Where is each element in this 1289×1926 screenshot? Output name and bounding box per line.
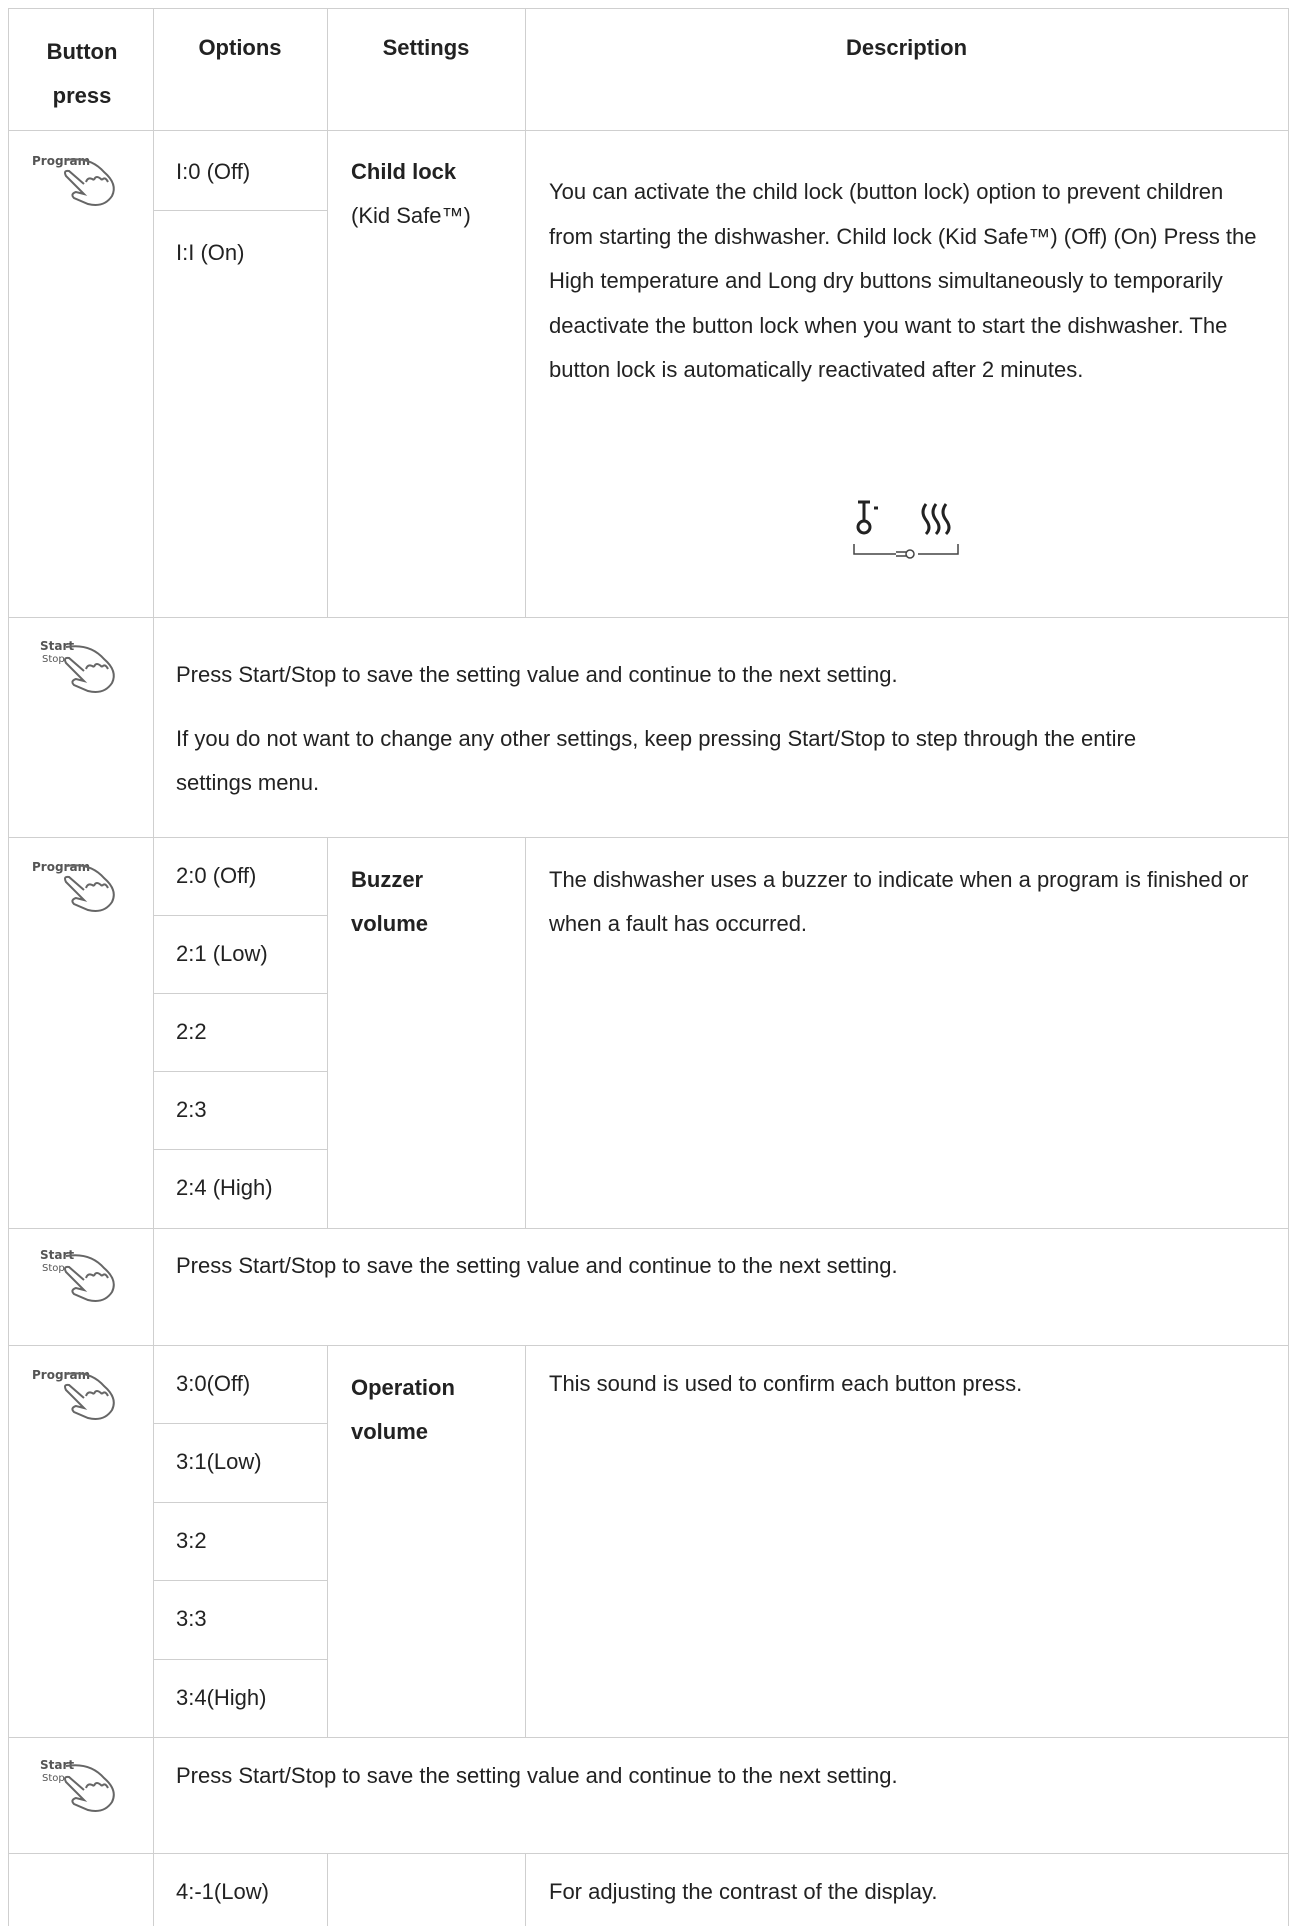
table-border (153, 1659, 327, 1660)
table-border (8, 8, 1289, 9)
option-operation-3: 3:3 (176, 1606, 207, 1631)
start-stop-text-1: Press Start/Stop to save the setting val… (176, 662, 898, 687)
contrast-description: For adjusting the contrast of the displa… (549, 1879, 938, 1904)
table-border (525, 8, 526, 617)
header-button-press: Button press (46, 39, 118, 108)
program-button-icon: Program (28, 150, 128, 210)
setting-child-lock: Child lock (351, 159, 457, 184)
table-border (153, 8, 154, 1926)
setting-buzzer-volume: Buzzer volume (351, 867, 429, 936)
table-border (327, 1345, 328, 1737)
operation-description: This sound is used to confirm each butto… (549, 1371, 1023, 1396)
option-buzzer-low: 2:1 (Low) (176, 941, 268, 966)
child-lock-description: You can activate the child lock (button … (549, 179, 1257, 382)
table-border (525, 1345, 526, 1737)
option-contrast-low: 4:-1(Low) (176, 1879, 269, 1904)
stop-label: Stop (42, 1773, 65, 1784)
table-border (8, 837, 1289, 838)
option-buzzer-off: 2:0 (Off) (176, 863, 257, 888)
table-border (327, 8, 328, 617)
table-border (8, 1345, 1289, 1346)
option-operation-high: 3:4(High) (176, 1685, 267, 1710)
table-border (153, 1423, 327, 1424)
table-border (327, 837, 328, 1228)
header-settings: Settings (382, 35, 470, 60)
program-button-icon: Program (28, 1364, 128, 1424)
option-operation-low: 3:1(Low) (176, 1449, 262, 1474)
table-border (153, 1502, 327, 1503)
table-border (525, 1853, 526, 1926)
stop-label: Stop (42, 654, 65, 665)
program-label: Program (32, 154, 90, 168)
start-stop-button-icon: Start Stop (28, 637, 128, 697)
option-child-lock-off: I:0 (Off) (176, 159, 251, 184)
table-border (525, 837, 526, 1228)
start-stop-button-icon: Start Stop (28, 1246, 128, 1306)
table-border (8, 8, 9, 1926)
table-border (8, 1853, 1289, 1854)
key-lock-icon (846, 494, 966, 566)
option-operation-off: 3:0(Off) (176, 1371, 251, 1396)
settings-table: Button press Options Settings Descriptio… (0, 0, 1289, 1926)
start-stop-text-2: If you do not want to change any other s… (176, 726, 1137, 795)
table-border (153, 1071, 327, 1072)
setting-operation-volume: Operation volume (351, 1375, 455, 1444)
table-border (153, 210, 327, 211)
program-label: Program (32, 860, 90, 874)
option-child-lock-on: I:I (On) (176, 240, 245, 265)
buzzer-description: The dishwasher uses a buzzer to indicate… (549, 867, 1249, 936)
start-stop-text: Press Start/Stop to save the setting val… (176, 1253, 898, 1278)
table-border (8, 1228, 1289, 1229)
table-border (153, 915, 327, 916)
start-stop-text: Press Start/Stop to save the setting val… (176, 1763, 898, 1788)
table-border (8, 130, 1289, 131)
header-options: Options (198, 35, 282, 60)
header-description: Description (845, 35, 968, 60)
table-border (8, 617, 1289, 618)
option-buzzer-2: 2:2 (176, 1019, 207, 1044)
option-buzzer-3: 2:3 (176, 1097, 207, 1122)
setting-child-lock-sub: (Kid Safe™) (351, 203, 471, 228)
table-border (327, 1853, 328, 1926)
start-stop-button-icon: Start Stop (28, 1756, 128, 1816)
table-border (153, 993, 327, 994)
program-label: Program (32, 1368, 90, 1382)
option-buzzer-high: 2:4 (High) (176, 1175, 273, 1200)
program-button-icon: Program (28, 856, 128, 916)
option-operation-2: 3:2 (176, 1528, 207, 1553)
stop-label: Stop (42, 1263, 65, 1274)
table-border (8, 1737, 1289, 1738)
table-border (153, 1580, 327, 1581)
table-border (153, 1149, 327, 1150)
